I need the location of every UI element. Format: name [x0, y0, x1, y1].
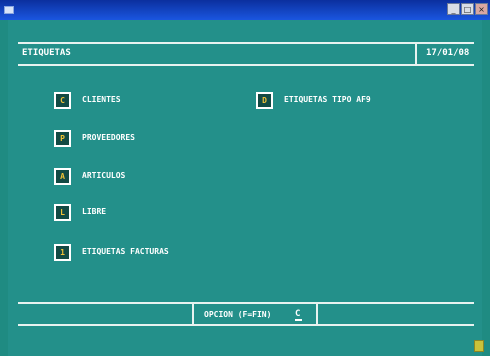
app-icon: [4, 6, 14, 14]
header-date: 17/01/08: [426, 48, 470, 58]
screen-title: ETIQUETAS: [22, 48, 71, 58]
menu-key-1[interactable]: 1: [54, 244, 71, 261]
option-prompt: OPCION (F=FIN): [204, 310, 272, 319]
terminal-screen: ETIQUETAS 17/01/08 C CLIENTES P PROVEEDO…: [8, 20, 482, 356]
menu-label-articulos: ARTICULOS: [82, 171, 126, 180]
menu-label-clientes: CLIENTES: [82, 95, 121, 104]
menu-key-p[interactable]: P: [54, 130, 71, 147]
menu-label-proveedores: PROVEEDORES: [82, 133, 135, 142]
window-titlebar: _ □ ×: [0, 0, 490, 20]
close-button[interactable]: ×: [475, 3, 488, 15]
option-input[interactable]: C: [295, 309, 302, 321]
footer-divider-left: [192, 302, 194, 326]
menu-key-d[interactable]: D: [256, 92, 273, 109]
window-controls: _ □ ×: [447, 3, 488, 15]
resize-grip[interactable]: [474, 340, 484, 352]
menu-key-c[interactable]: C: [54, 92, 71, 109]
menu-label-etiquetas-tipo-af9: ETIQUETAS TIPO AF9: [284, 95, 371, 104]
menu-label-etiquetas-facturas: ETIQUETAS FACTURAS: [82, 247, 169, 256]
menu-key-a[interactable]: A: [54, 168, 71, 185]
header-divider: [415, 42, 417, 66]
footer-bar: OPCION (F=FIN) C: [18, 302, 474, 326]
maximize-button[interactable]: □: [461, 3, 474, 15]
minimize-button[interactable]: _: [447, 3, 460, 15]
footer-divider-right: [316, 302, 318, 326]
menu-label-libre: LIBRE: [82, 207, 107, 216]
header-bar: ETIQUETAS 17/01/08: [18, 42, 474, 66]
menu-key-l[interactable]: L: [54, 204, 71, 221]
